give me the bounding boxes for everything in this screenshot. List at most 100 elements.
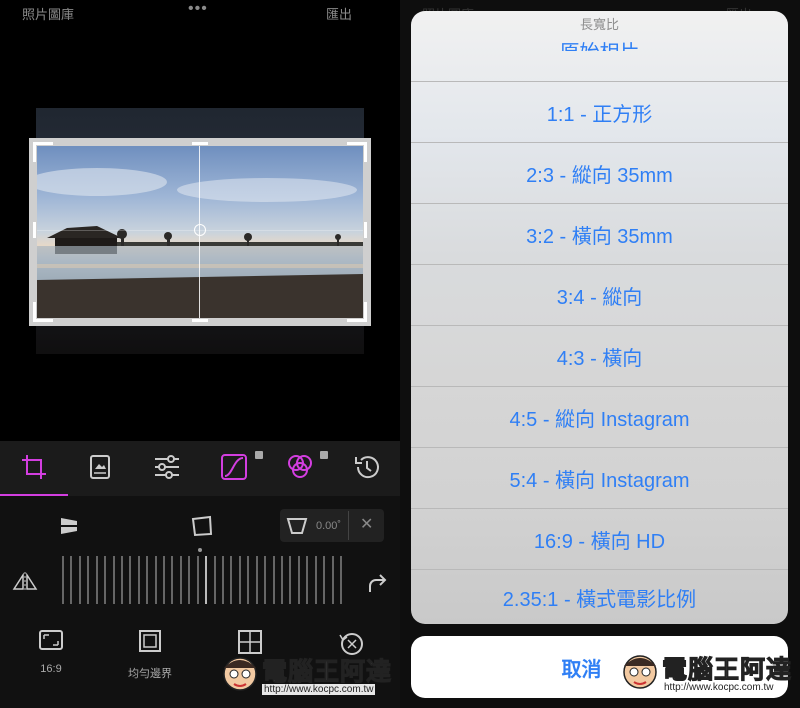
color-tool[interactable]	[284, 451, 316, 483]
ruler-tick	[137, 556, 140, 604]
option-original[interactable]: 原始相片	[411, 21, 788, 51]
rotate-right-icon[interactable]	[366, 572, 388, 594]
more-options-button[interactable]: •••	[188, 0, 208, 18]
lock-icon	[255, 451, 263, 459]
option-2-3[interactable]: 2:3 - 縱向 35mm	[411, 142, 788, 203]
ruler-tick	[314, 556, 317, 604]
photo-editor-screen: 照片圖庫 ••• 匯出 0.00˚ ✕ 16:9 均勻邊界 電腦王阿達 http…	[0, 0, 400, 708]
aspect-ratio-button[interactable]: 16:9	[6, 629, 96, 675]
option-3-2[interactable]: 3:2 - 橫向 35mm	[411, 203, 788, 264]
rotation-ruler[interactable]	[62, 556, 342, 604]
ruler-tick	[297, 556, 300, 604]
rotation-angle-value: 0.00˚	[316, 520, 342, 532]
rotate-trapezoid-icon	[286, 518, 308, 534]
ruler-tick	[171, 556, 174, 604]
crop-corner-top-left[interactable]	[33, 142, 53, 162]
crop-edge-left[interactable]	[33, 222, 36, 238]
ruler-tick	[104, 556, 107, 604]
option-4-5[interactable]: 4:5 - 縱向 Instagram	[411, 386, 788, 447]
sliders-icon	[155, 455, 179, 479]
crop-corner-bottom-right[interactable]	[347, 302, 367, 322]
curves-tool[interactable]	[218, 451, 250, 483]
ruler-tick	[289, 556, 292, 604]
top-bar: 照片圖庫 ••• 匯出	[0, 0, 400, 26]
ruler-tick	[323, 556, 326, 604]
option-2-35-1[interactable]: 2.35:1 - 橫式電影比例	[411, 569, 788, 624]
export-button[interactable]: 匯出	[326, 4, 352, 23]
crop-edge-right[interactable]	[364, 222, 367, 238]
option-5-4[interactable]: 5:4 - 橫向 Instagram	[411, 447, 788, 508]
crop-corner-bottom-left[interactable]	[33, 302, 53, 322]
adjust-tool[interactable]	[151, 451, 183, 483]
ruler-tick	[272, 556, 275, 604]
aspect-ratio-sheet-screen: 照片圖庫 匯出 長寬比 原始相片 1:1 - 正方形 2:3 - 縱向 35mm…	[400, 0, 800, 708]
photo-preview	[37, 146, 363, 318]
frame-tool[interactable]	[84, 451, 116, 483]
ruler-tick	[179, 556, 182, 604]
ruler-tick	[205, 556, 208, 604]
ruler-tick	[163, 556, 166, 604]
aspect-ratio-label: 16:9	[40, 663, 62, 675]
watermark: 電腦王阿達 http://www.kocpc.com.tw	[620, 648, 796, 700]
option-16-9[interactable]: 16:9 - 橫向 HD	[411, 508, 788, 569]
ruler-center-dot	[198, 548, 202, 552]
option-3-4[interactable]: 3:4 - 縱向	[411, 264, 788, 325]
ruler-tick	[222, 556, 225, 604]
ruler-tick	[87, 556, 90, 604]
perspective-vertical-icon[interactable]	[57, 514, 81, 538]
crop-icon	[22, 455, 46, 479]
aspect-ratio-action-sheet: 長寬比 原始相片 1:1 - 正方形 2:3 - 縱向 35mm 3:2 - 橫…	[411, 11, 788, 624]
crop-edge-bottom[interactable]	[192, 319, 208, 322]
crop-tool[interactable]	[18, 451, 50, 483]
option-4-3[interactable]: 4:3 - 橫向	[411, 325, 788, 386]
watermark: 電腦王阿達 http://www.kocpc.com.tw	[220, 650, 396, 702]
color-circles-icon	[288, 455, 312, 478]
tool-bar	[0, 441, 400, 496]
ruler-tick	[255, 556, 258, 604]
ruler-tick	[112, 556, 115, 604]
reset-angle-button[interactable]: ✕	[360, 514, 373, 534]
crop-frame[interactable]	[29, 138, 371, 326]
aspect-ratio-icon	[39, 630, 63, 650]
ruler-tick	[154, 556, 157, 604]
crop-edge-top[interactable]	[192, 142, 208, 145]
ruler-tick	[78, 556, 81, 604]
frame-icon	[90, 455, 110, 479]
option-1-1[interactable]: 1:1 - 正方形	[411, 81, 788, 142]
uniform-border-label: 均勻邊界	[128, 668, 172, 680]
history-tool[interactable]	[351, 451, 383, 483]
ruler-tick	[95, 556, 98, 604]
uniform-border-icon	[139, 630, 161, 652]
ruler-tick	[70, 556, 73, 604]
flip-horizontal-icon[interactable]	[12, 572, 38, 592]
watermark-url: http://www.kocpc.com.tw	[662, 682, 776, 693]
ruler-tick	[230, 556, 233, 604]
crop-center-handle[interactable]	[194, 224, 206, 236]
ruler-tick	[129, 556, 132, 604]
ruler-tick	[62, 556, 64, 604]
photo-library-button[interactable]: 照片圖庫	[22, 4, 74, 23]
ruler-tick	[238, 556, 241, 604]
crop-corner-top-right[interactable]	[347, 142, 367, 162]
perspective-row: 0.00˚ ✕	[0, 502, 400, 542]
ruler-tick	[339, 556, 342, 604]
watermark-title: 電腦王阿達	[261, 658, 393, 687]
history-icon	[355, 456, 379, 479]
ruler-tick	[264, 556, 267, 604]
watermark-title: 電腦王阿達	[661, 656, 793, 685]
mascot-logo-icon	[223, 657, 257, 691]
ruler-tick	[188, 556, 191, 604]
ruler-tick	[213, 556, 216, 604]
uniform-border-button[interactable]: 均勻邊界	[105, 629, 195, 681]
ruler-tick	[280, 556, 283, 604]
ruler-tick	[120, 556, 123, 604]
ruler-tick	[146, 556, 149, 604]
divider	[348, 511, 349, 540]
ruler-tick	[331, 556, 334, 604]
ruler-tick	[247, 556, 250, 604]
ruler-tick	[196, 556, 199, 604]
ruler-tick	[306, 556, 309, 604]
lock-icon	[320, 451, 328, 459]
perspective-horizontal-icon[interactable]	[190, 514, 214, 538]
rotation-angle-control[interactable]: 0.00˚ ✕	[280, 509, 384, 542]
